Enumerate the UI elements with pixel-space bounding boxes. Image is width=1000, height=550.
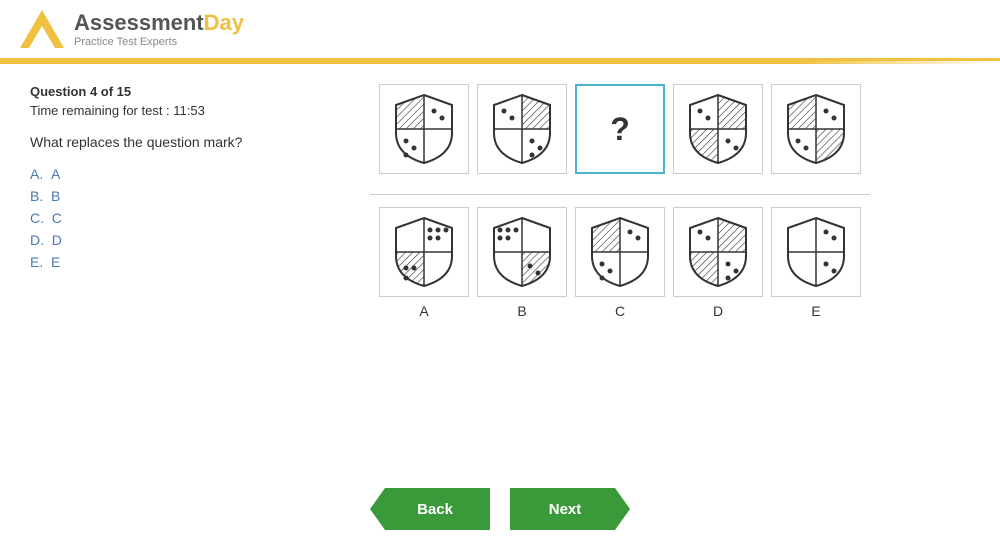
left-panel: Question 4 of 15 Time remaining for test… (30, 84, 250, 319)
sequence-item-5 (771, 84, 861, 174)
answer-label-c: C (615, 303, 625, 319)
answer-box-b[interactable]: B (477, 207, 567, 319)
option-d[interactable]: D. D (30, 232, 250, 248)
answer-box-e[interactable]: E (771, 207, 861, 319)
logo-title: AssessmentDay (74, 10, 244, 36)
sequence-item-1 (379, 84, 469, 174)
right-panel: ? (270, 84, 970, 319)
sequence-item-4 (673, 84, 763, 174)
sequence-item-3-question: ? (575, 84, 665, 174)
logo-icon (20, 10, 64, 48)
answer-label-d: D (713, 303, 723, 319)
question-text: What replaces the question mark? (30, 134, 250, 150)
answer-box-c[interactable]: C (575, 207, 665, 319)
bottom-bar: Back Next (0, 488, 1000, 530)
answer-row: A (379, 207, 861, 319)
logo-subtitle: Practice Test Experts (74, 36, 244, 48)
logo-text: AssessmentDay Practice Test Experts (74, 10, 244, 48)
logo-title-colored: Day (204, 10, 244, 35)
sequence-row: ? (379, 84, 861, 174)
logo-title-plain: Assessment (74, 10, 204, 35)
question-mark: ? (610, 111, 630, 148)
answer-label-a: A (419, 303, 428, 319)
option-a[interactable]: A. A (30, 166, 250, 182)
answer-label-b: B (517, 303, 526, 319)
answer-label-e: E (811, 303, 820, 319)
question-number: Question 4 of 15 (30, 84, 250, 99)
answer-box-a[interactable]: A (379, 207, 469, 319)
answer-box-d[interactable]: D (673, 207, 763, 319)
next-button[interactable]: Next (510, 488, 630, 530)
section-divider (370, 194, 870, 195)
answer-options-list: A. A B. B C. C D. D E. E (30, 166, 250, 270)
main-content: Question 4 of 15 Time remaining for test… (0, 64, 1000, 339)
header: AssessmentDay Practice Test Experts (0, 0, 1000, 61)
back-button[interactable]: Back (370, 488, 490, 530)
sequence-item-2 (477, 84, 567, 174)
option-c[interactable]: C. C (30, 210, 250, 226)
option-b[interactable]: B. B (30, 188, 250, 204)
option-e[interactable]: E. E (30, 254, 250, 270)
time-remaining: Time remaining for test : 11:53 (30, 103, 250, 118)
